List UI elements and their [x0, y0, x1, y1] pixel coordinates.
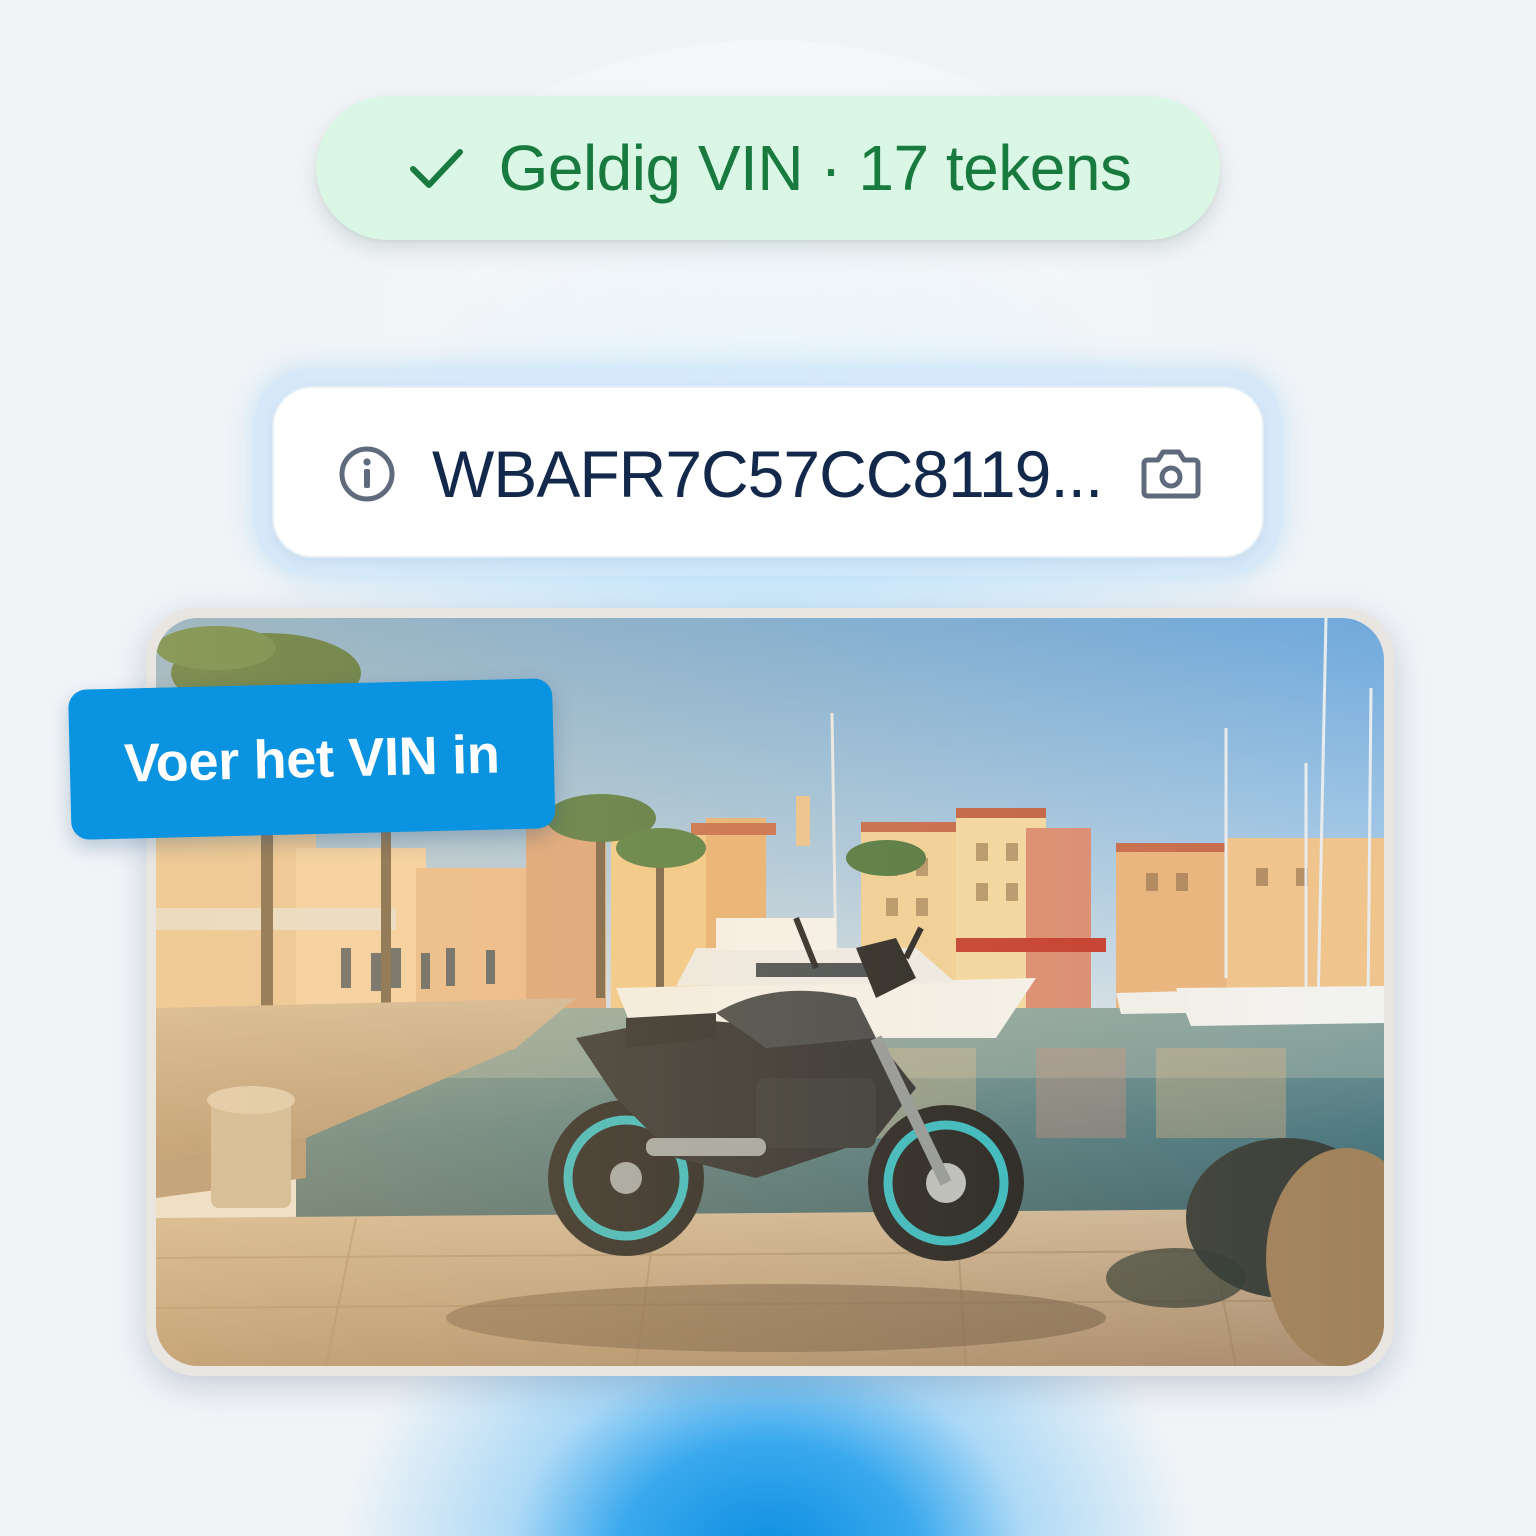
enter-vin-tag-label: Voer het VIN in	[123, 724, 501, 794]
enter-vin-tag: Voer het VIN in	[68, 678, 556, 840]
camera-icon[interactable]	[1140, 446, 1202, 502]
vin-valid-badge: Geldig VIN · 17 tekens	[316, 96, 1220, 240]
vin-input-value[interactable]: WBAFR7C57CC8119...	[432, 436, 1103, 512]
vin-valid-text: Geldig VIN · 17 tekens	[498, 132, 1132, 204]
check-icon	[405, 137, 467, 199]
info-icon[interactable]	[338, 445, 396, 503]
vin-input[interactable]: WBAFR7C57CC8119...	[272, 386, 1264, 558]
vin-entry-screen: Geldig VIN · 17 tekens WBAFR7C57CC8119..…	[0, 0, 1536, 1536]
